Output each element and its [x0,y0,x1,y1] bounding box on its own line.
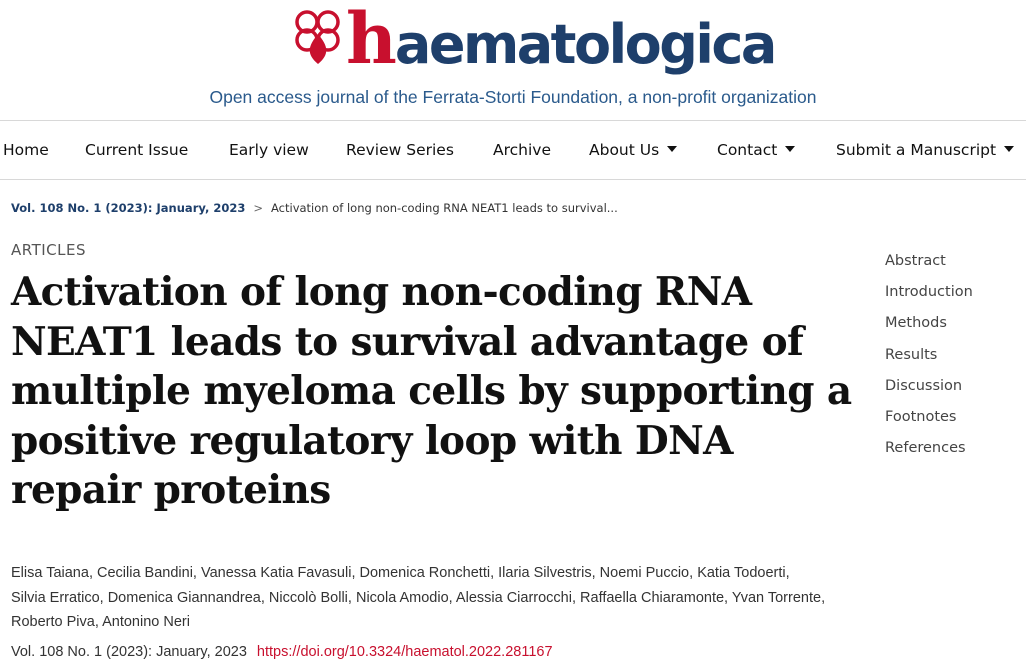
toc-link-abstract[interactable]: Abstract [885,251,973,282]
author-name: Domenica Giannandrea [107,589,261,606]
chevron-down-icon [785,146,796,152]
toc-link-results[interactable]: Results [885,345,973,376]
author-name: Cecilia Bandini [97,565,193,581]
toc-link-footnotes[interactable]: Footnotes [885,407,973,438]
article-title: Activation of long non-coding RNA NEAT1 … [11,269,852,513]
chevron-down-icon [667,146,678,152]
author-name: Yvan Torrente [731,589,822,606]
nav-current-issue[interactable]: Current Issue [85,141,188,159]
site-header: h aematologica Open access journal of th… [0,0,1026,120]
author-name: Elisa Taiana [11,565,89,581]
nav-home[interactable]: Home [3,141,49,159]
nav-archive[interactable]: Archive [493,141,551,159]
author-name: Niccolò Bolli [268,589,348,606]
nav-submit-manuscript[interactable]: Submit a Manuscript [836,141,1015,159]
author-list: Elisa Taiana, Cecilia Bandini, Vanessa K… [11,565,826,630]
doi-link[interactable]: https://doi.org/10.3324/haematol.2022.28… [257,644,553,660]
logo-mark-icon [295,10,340,64]
issue-line: Vol. 108 No. 1 (2023): January, 2023 http… [11,644,553,660]
toc-link-methods[interactable]: Methods [885,313,973,344]
author-name: Ilaria Silvestris [498,565,592,581]
breadcrumb-issue-link[interactable]: Vol. 108 No. 1 (2023): January, 2023 [11,201,245,215]
logo-letter-h: h [346,0,397,80]
author-name: Domenica Ronchetti [359,565,491,581]
author-name: Vanessa Katia Favasuli [200,565,352,581]
toc-link-references[interactable]: References [885,438,973,469]
table-of-contents: Abstract Introduction Methods Results Discus… [885,251,973,469]
main-nav: Home Current Issue Early view Review Ser… [0,120,1026,180]
nav-contact[interactable]: Contact [717,141,796,159]
section-label: ARTICLES [11,241,87,259]
logo-text: aematologica [394,13,777,76]
journal-tagline: Open access journal of the Ferrata-Stort… [209,87,817,107]
nav-early-view[interactable]: Early view [229,141,309,159]
author-name: Katia Todoerti [697,565,786,581]
author-name: Silvia Erratico [11,589,100,606]
author-name: Alessia Ciarrocchi [455,589,572,606]
author-name: Antonino Neri [102,614,190,630]
toc-link-introduction[interactable]: Introduction [885,282,973,313]
author-name: Roberto Piva [11,614,95,630]
toc-link-discussion[interactable]: Discussion [885,376,973,407]
chevron-down-icon [1004,146,1015,152]
breadcrumb-current: Activation of long non-coding RNA NEAT1 … [271,201,618,215]
nav-review-series[interactable]: Review Series [346,141,454,159]
nav-about-us[interactable]: About Us [589,141,678,159]
breadcrumb: Vol. 108 No. 1 (2023): January, 2023 > Act… [11,201,618,215]
author-name: Nicola Amodio [355,589,449,606]
journal-logo[interactable]: h aematologica [292,0,777,88]
author-name: Noemi Puccio [599,565,690,581]
author-name: Raffaella Chiaramonte [580,589,725,606]
issue-text: Vol. 108 No. 1 (2023): January, 2023 [11,644,247,660]
logo-wordmark: h aematologica [346,0,777,82]
breadcrumb-separator: > [253,201,263,215]
